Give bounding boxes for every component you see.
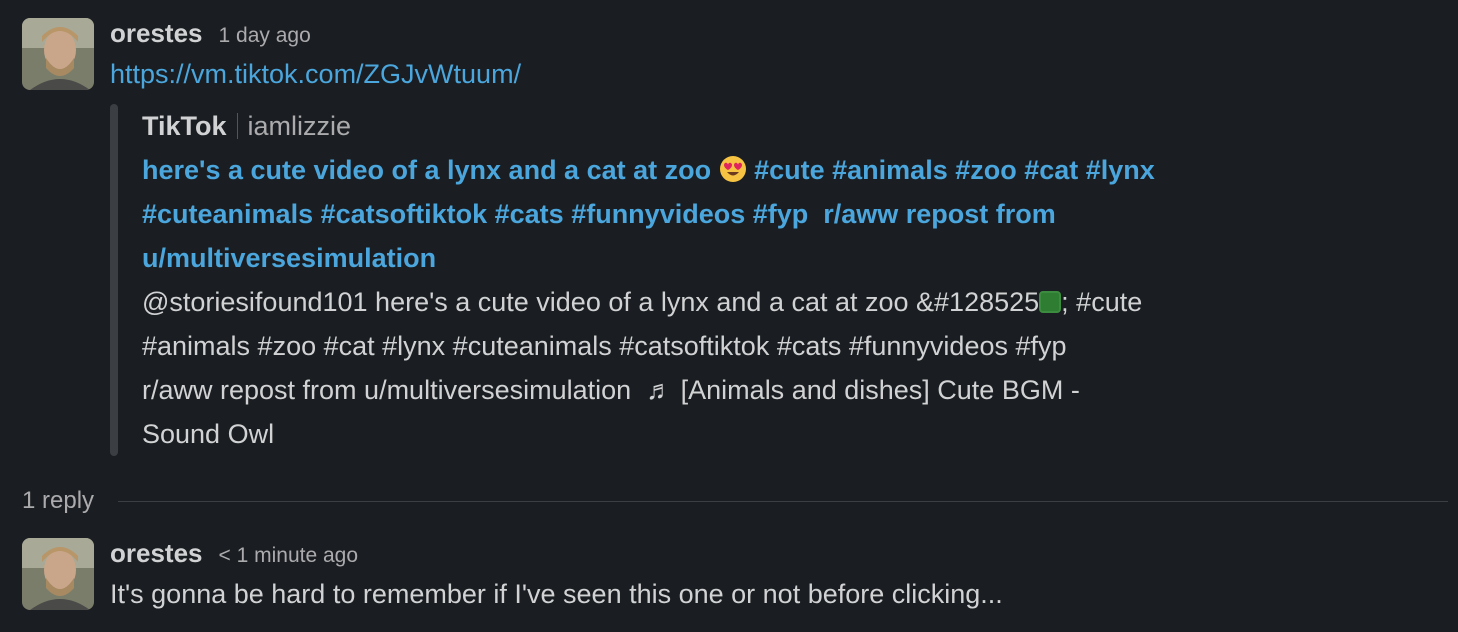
- avatar-image: [22, 18, 94, 90]
- divider: [236, 113, 238, 139]
- message-text: It's gonna be hard to remember if I've s…: [110, 579, 1003, 609]
- author-name[interactable]: orestes: [110, 18, 203, 49]
- message-link[interactable]: https://vm.tiktok.com/ZGJvWtuum/: [110, 52, 1272, 96]
- message-1: orestes 1 day ago https://vm.tiktok.com/…: [22, 18, 1272, 456]
- unfurl-title[interactable]: here's a cute video of a lynx and a cat …: [142, 148, 1272, 280]
- thread-replies-row: 1 reply: [22, 484, 1448, 518]
- message-2: orestes < 1 minute ago It's gonna be har…: [22, 538, 1003, 616]
- heart-eyes-icon: [719, 156, 746, 182]
- timestamp[interactable]: < 1 minute ago: [219, 544, 359, 568]
- reply-count[interactable]: 1 reply: [22, 487, 94, 515]
- unfurl-desc-text: @storiesifound101 here's a cute video of…: [142, 287, 1040, 317]
- missing-glyph-icon: [1039, 291, 1062, 313]
- unfurl-title-text[interactable]: here's a cute video of a lynx and a cat …: [142, 155, 719, 185]
- author-name[interactable]: orestes: [110, 538, 203, 569]
- avatar[interactable]: [22, 538, 94, 610]
- thread-divider: [118, 500, 1448, 502]
- timestamp[interactable]: 1 day ago: [219, 24, 311, 48]
- link-unfurl: TikTok iamlizzie here's a cute video of …: [110, 104, 1272, 456]
- avatar-image: [22, 538, 94, 610]
- unfurl-service-name: TikTok: [142, 111, 227, 141]
- unfurl-bar: [110, 104, 118, 456]
- avatar[interactable]: [22, 18, 94, 90]
- unfurl-service-author: iamlizzie: [247, 111, 352, 141]
- unfurl-description: @storiesifound101 here's a cute video of…: [142, 280, 1272, 456]
